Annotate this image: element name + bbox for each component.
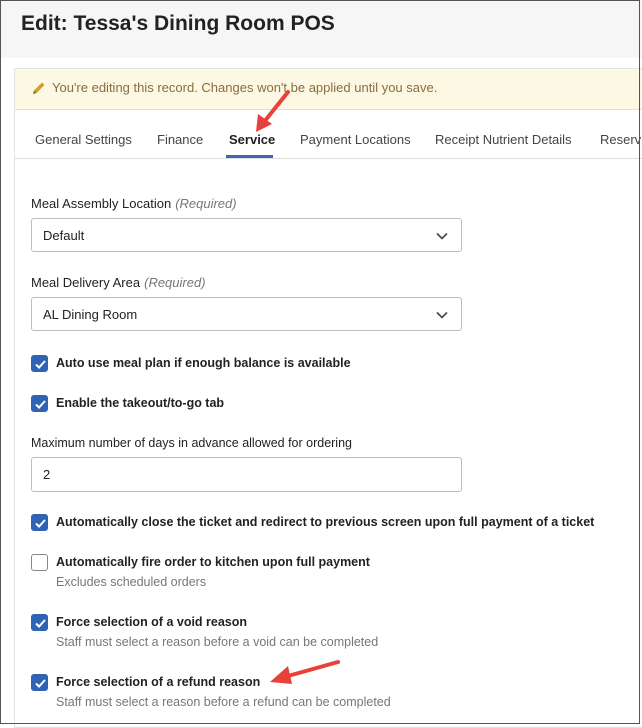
screenshot-border [0, 0, 640, 724]
